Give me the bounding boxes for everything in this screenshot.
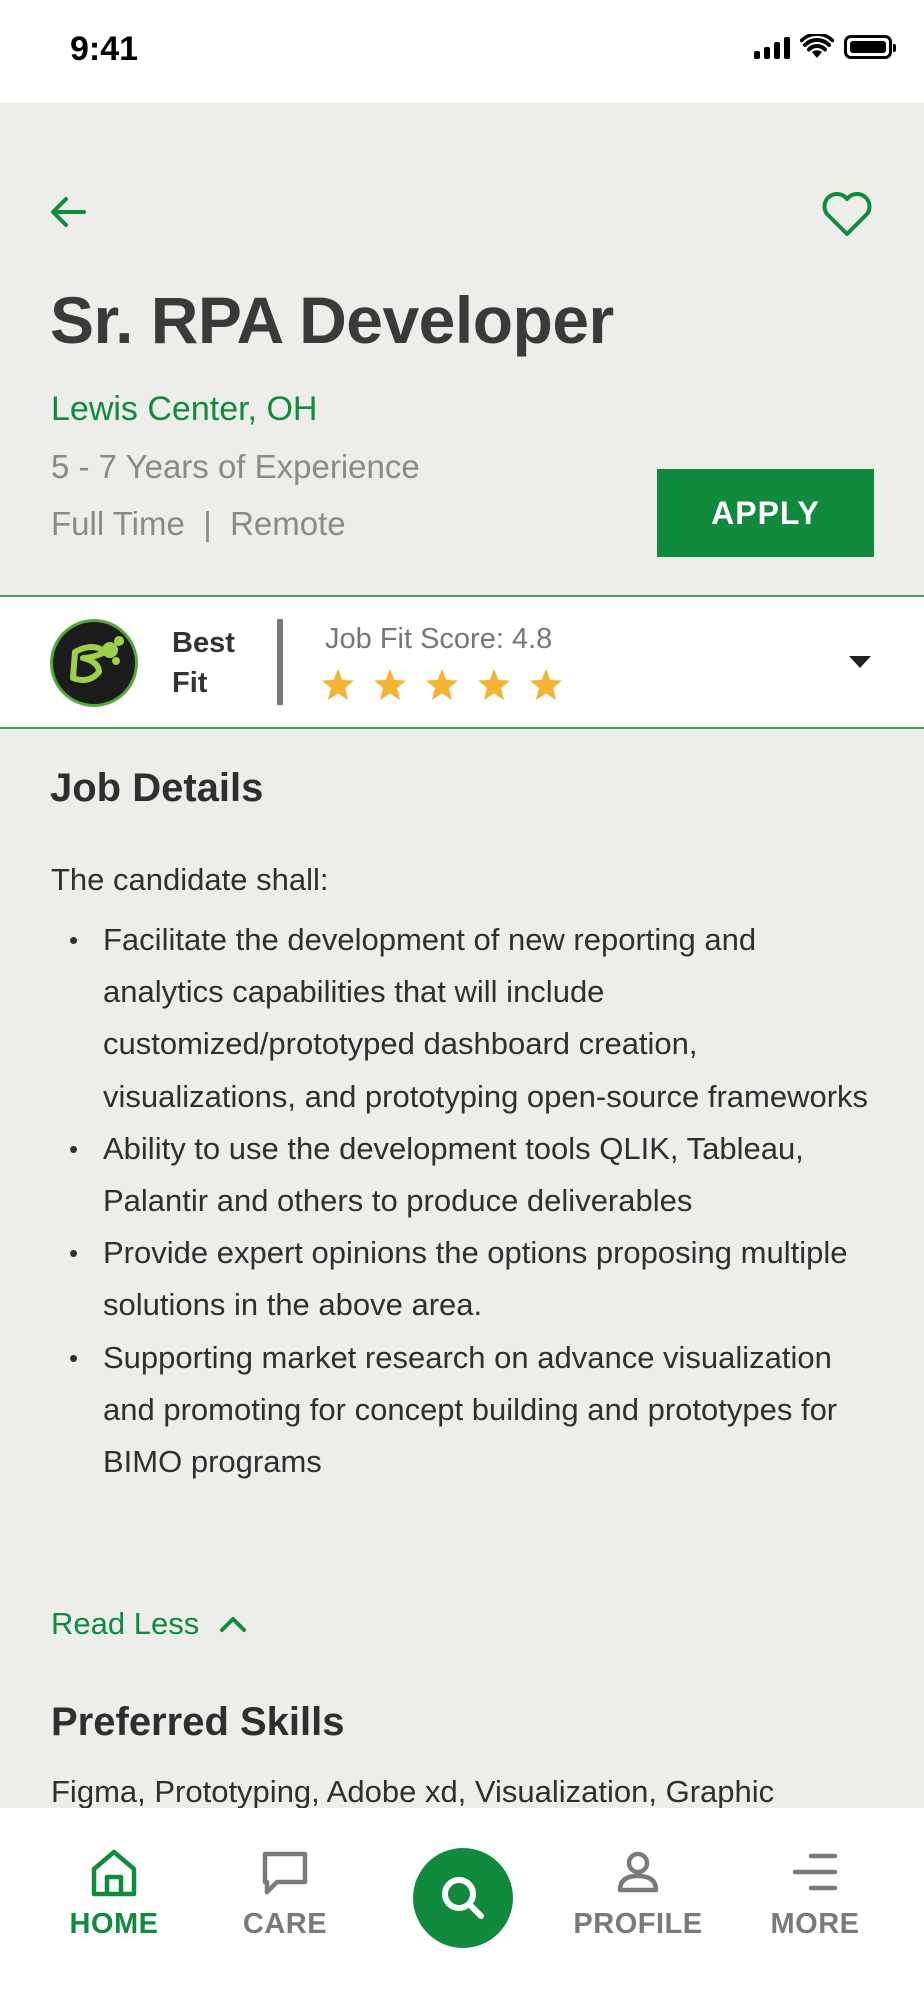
search-button[interactable] <box>413 1848 513 1948</box>
nav-more-label: MORE <box>770 1908 860 1940</box>
chevron-up-icon <box>220 1617 247 1632</box>
nav-care[interactable]: CARE <box>205 1844 365 1941</box>
fit-score-text: Job Fit Score: 4.8 <box>325 623 553 655</box>
job-location: Lewis Center, OH <box>51 390 318 428</box>
job-header: Sr. RPA Developer Lewis Center, OH 5 - 7… <box>0 102 924 595</box>
nav-home[interactable]: HOME <box>34 1844 194 1941</box>
bottom-navigation: HOME CARE PROFILE MORE <box>0 1808 924 2000</box>
favorite-heart-icon[interactable] <box>820 190 874 238</box>
fit-divider <box>277 619 283 705</box>
preferred-skills-heading: Preferred Skills <box>51 1700 345 1744</box>
preferred-skills-text: Figma, Prototyping, Adobe xd, Visualizat… <box>51 1774 775 1808</box>
status-icons <box>754 34 896 60</box>
star-icon <box>530 669 562 700</box>
nav-home-label: HOME <box>69 1908 159 1940</box>
job-details-heading: Job Details <box>50 766 264 810</box>
signal-icon <box>754 35 790 59</box>
nav-profile[interactable]: PROFILE <box>558 1844 718 1941</box>
best-fit-logo <box>50 619 138 707</box>
list-item: Provide expert opinions the options prop… <box>51 1227 881 1331</box>
star-rating <box>320 667 564 703</box>
list-item: Supporting market research on advance vi… <box>51 1332 881 1489</box>
read-less-label: Read Less <box>51 1606 200 1641</box>
chat-bubble-icon <box>262 1851 308 1895</box>
nav-care-label: CARE <box>242 1908 328 1940</box>
search-icon <box>442 1877 484 1919</box>
job-title: Sr. RPA Developer <box>50 283 614 357</box>
job-details-intro: The candidate shall: <box>51 862 329 897</box>
menu-lines-icon <box>792 1853 838 1891</box>
read-less-link[interactable]: Read Less <box>51 1606 247 1642</box>
job-experience: 5 - 7 Years of Experience <box>51 448 420 485</box>
status-bar: 9:41 <box>0 0 924 102</box>
job-fit-panel[interactable]: Best Fit Job Fit Score: 4.8 <box>0 595 924 729</box>
home-icon <box>91 1849 137 1897</box>
star-icon <box>426 669 458 700</box>
nav-profile-label: PROFILE <box>573 1908 703 1940</box>
job-details-list: Facilitate the development of new report… <box>51 914 881 1488</box>
star-icon <box>478 669 510 700</box>
status-time: 9:41 <box>70 30 139 68</box>
star-icon <box>322 669 354 700</box>
list-item: Ability to use the development tools QLI… <box>51 1123 881 1227</box>
apply-button[interactable]: APPLY <box>657 469 874 557</box>
nav-more[interactable]: MORE <box>735 1844 895 1941</box>
job-type: Full Time | Remote <box>51 505 346 542</box>
fit-label: Best Fit <box>172 627 235 699</box>
back-arrow-icon[interactable] <box>48 192 88 232</box>
battery-icon <box>844 35 896 59</box>
caret-down-icon[interactable] <box>848 654 872 670</box>
star-icon <box>374 669 406 700</box>
person-icon <box>617 1851 659 1893</box>
list-item: Facilitate the development of new report… <box>51 914 881 1123</box>
wifi-icon <box>800 34 834 58</box>
